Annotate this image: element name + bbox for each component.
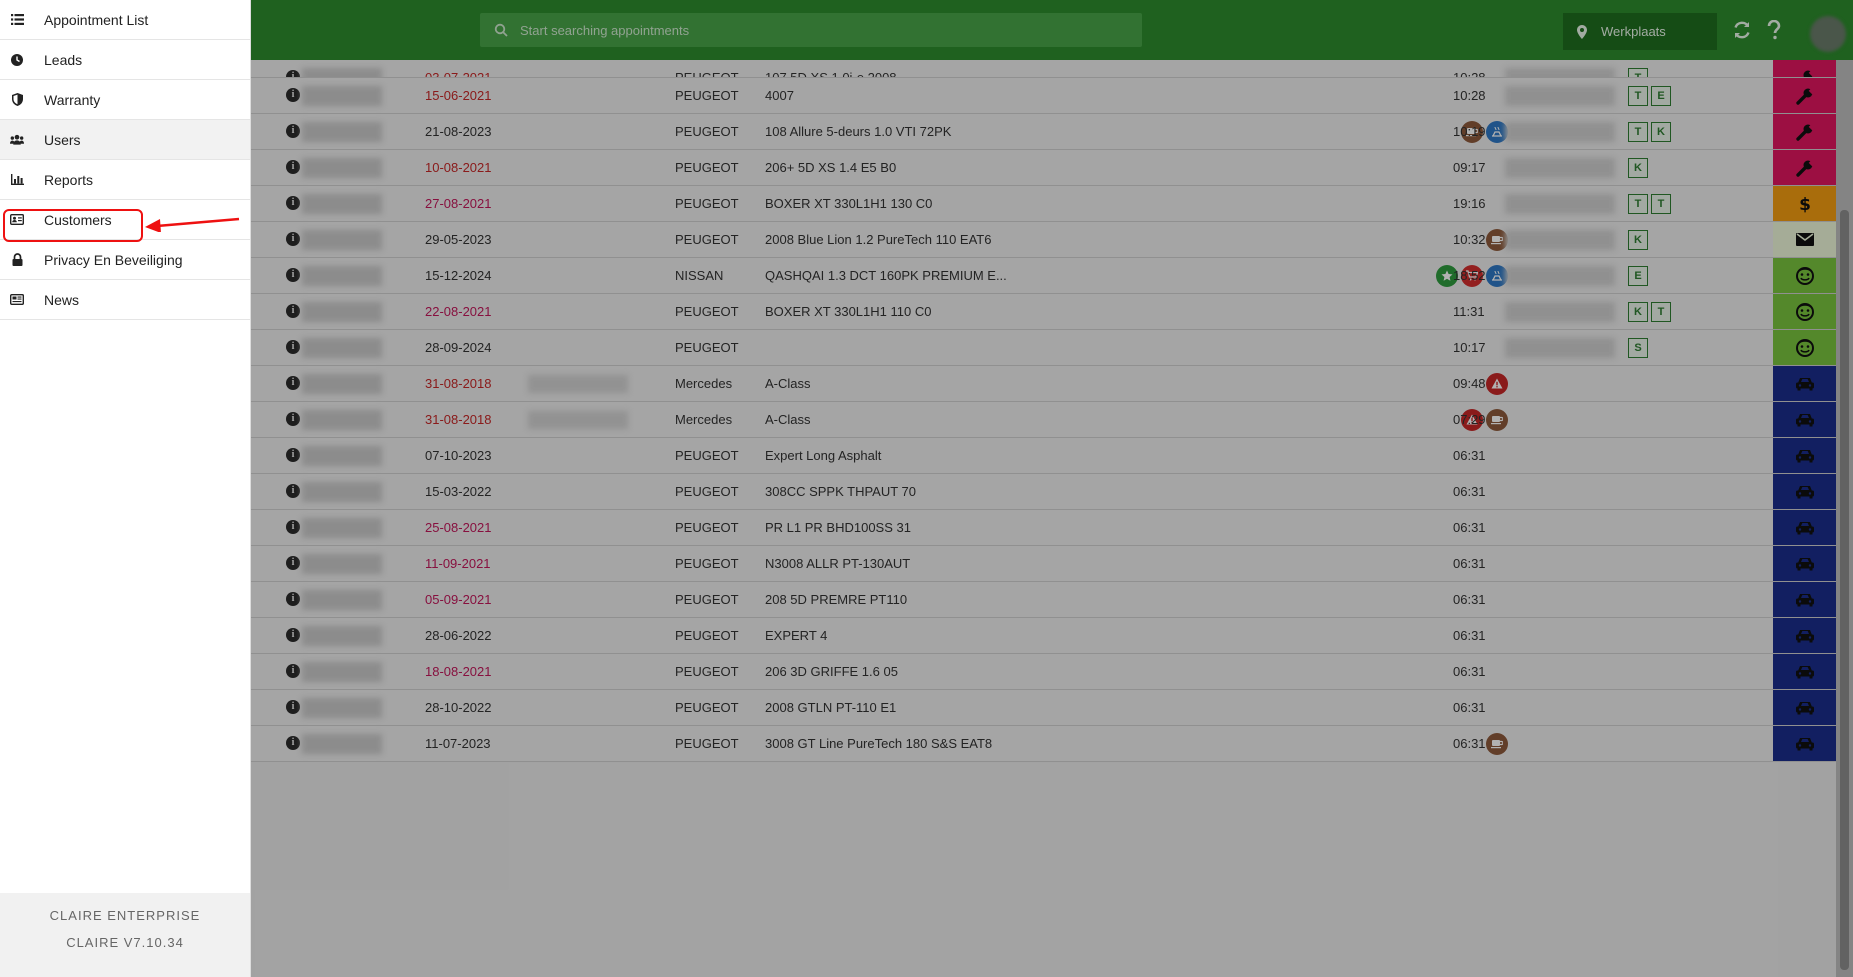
sidebar-item-label: Appointment List bbox=[44, 11, 149, 28]
version-label: CLAIRE V7.10.34 bbox=[66, 935, 184, 950]
sidebar-item-label: Privacy En Beveiliging bbox=[44, 251, 183, 268]
sidebar-item-users[interactable]: Users bbox=[0, 120, 250, 160]
sidebar-item-label: News bbox=[44, 291, 80, 308]
sidebar-item-privacy[interactable]: Privacy En Beveiliging bbox=[0, 240, 250, 280]
list-icon bbox=[10, 14, 24, 25]
sidebar-item-label: Leads bbox=[44, 51, 83, 68]
edition-label: CLAIRE ENTERPRISE bbox=[49, 908, 201, 923]
sidebar-menu: Appointment List Leads Warranty Users Re… bbox=[0, 0, 251, 977]
sidebar-item-label: Warranty bbox=[44, 91, 101, 108]
sidebar-item-appointment-list[interactable]: Appointment List bbox=[0, 0, 250, 40]
lock-icon bbox=[10, 253, 24, 266]
shield-icon bbox=[10, 93, 24, 106]
sidebar-item-label: Reports bbox=[44, 171, 94, 188]
sidebar-item-news[interactable]: News bbox=[0, 280, 250, 320]
newspaper-icon bbox=[10, 294, 24, 305]
sidebar-item-label: Users bbox=[44, 131, 81, 148]
bar-chart-icon bbox=[10, 174, 24, 185]
sidebar-item-reports[interactable]: Reports bbox=[0, 160, 250, 200]
users-icon bbox=[10, 134, 24, 145]
customers-highlight-box bbox=[3, 209, 143, 242]
clock-icon bbox=[10, 53, 24, 66]
sidebar-item-warranty[interactable]: Warranty bbox=[0, 80, 250, 120]
modal-overlay[interactable] bbox=[250, 0, 1853, 977]
sidebar-item-leads[interactable]: Leads bbox=[0, 40, 250, 80]
sidebar-footer: CLAIRE ENTERPRISE CLAIRE V7.10.34 bbox=[0, 893, 250, 977]
annotation-arrow-icon bbox=[145, 217, 240, 232]
